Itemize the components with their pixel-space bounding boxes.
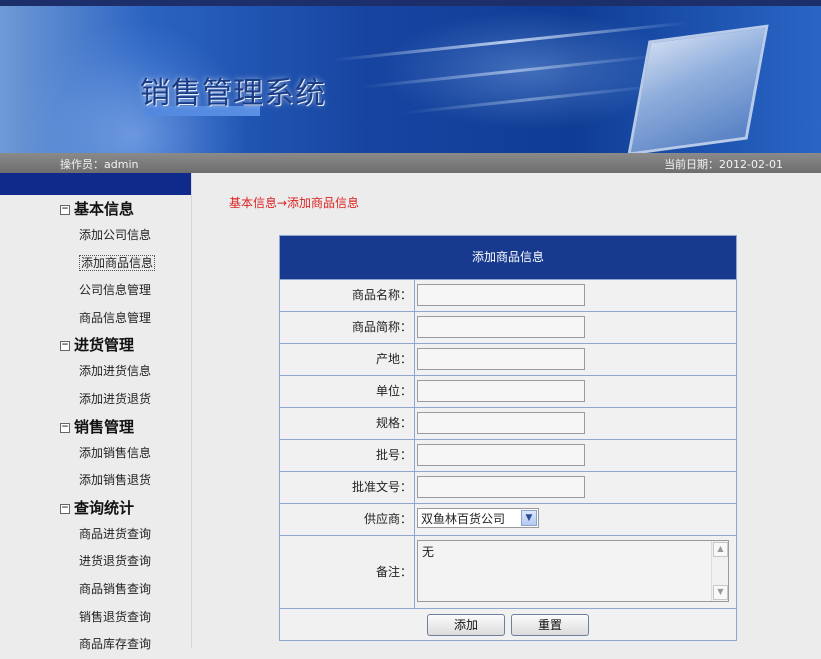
remark-text: 无 xyxy=(422,545,435,559)
nav-item[interactable]: 添加销售退货 xyxy=(0,467,191,495)
field-label: 规格： xyxy=(280,408,415,439)
info-bar: 操作员：admin 当前日期：2012-02-01 xyxy=(0,153,821,173)
remark-textarea[interactable]: 无 ▲ ▼ xyxy=(417,540,729,602)
form-row-product-short-name: 商品简称： xyxy=(280,311,736,343)
nav-item-label[interactable]: 进货退货查询 xyxy=(79,554,151,568)
field-label: 供应商： xyxy=(280,504,415,535)
form-title: 添加商品信息 xyxy=(280,236,736,279)
sidebar-nav: − 基本信息 添加公司信息 添加商品信息 公司信息管理 商品信息管理 − 进货管… xyxy=(0,173,192,651)
banner-top-line xyxy=(0,0,821,6)
system-title: 销售管理系统 xyxy=(140,76,326,111)
nav-item[interactable]: 添加销售信息 xyxy=(0,440,191,468)
unit-input[interactable] xyxy=(417,380,585,402)
form-row-supplier: 供应商： 双鱼林百货公司 ▼ xyxy=(280,503,736,535)
nav-item-label[interactable]: 添加销售退货 xyxy=(79,473,151,487)
nav-group-label: 销售管理 xyxy=(74,417,135,436)
form-row-approval: 批准文号： xyxy=(280,471,736,503)
collapse-toggle-icon[interactable]: − xyxy=(60,341,70,352)
field-label: 单位： xyxy=(280,376,415,407)
nav-group-title[interactable]: − 查询统计 xyxy=(0,495,191,521)
monitor-graphic xyxy=(627,24,769,153)
nav-group-sales: − 销售管理 添加销售信息 添加销售退货 xyxy=(0,414,191,495)
nav-group-label: 查询统计 xyxy=(74,498,135,517)
form-row-product-name: 商品名称： xyxy=(280,279,736,311)
nav-item[interactable]: 商品库存查询 xyxy=(0,631,191,659)
nav-group-purchase: − 进货管理 添加进货信息 添加进货退货 xyxy=(0,332,191,413)
scroll-up-icon[interactable]: ▲ xyxy=(713,542,728,557)
nav-item-label[interactable]: 添加进货退货 xyxy=(79,392,151,406)
form-row-remark: 备注： 无 ▲ ▼ xyxy=(280,535,736,608)
product-short-name-input[interactable] xyxy=(417,316,585,338)
scroll-down-icon[interactable]: ▼ xyxy=(713,585,728,600)
nav-group-title[interactable]: − 销售管理 xyxy=(0,414,191,440)
form-row-origin: 产地： xyxy=(280,343,736,375)
breadcrumb: 基本信息→添加商品信息 xyxy=(229,196,360,210)
field-label: 批准文号： xyxy=(280,472,415,503)
nav-item-label[interactable]: 商品销售查询 xyxy=(79,582,151,596)
nav-item-label[interactable]: 添加销售信息 xyxy=(79,446,151,460)
nav-item[interactable]: 添加公司信息 xyxy=(0,222,191,250)
nav-group-label: 进货管理 xyxy=(74,336,135,355)
product-name-input[interactable] xyxy=(417,284,585,306)
form-row-batch: 批号： xyxy=(280,439,736,471)
batch-number-input[interactable] xyxy=(417,444,585,466)
nav-item-label[interactable]: 添加商品信息 xyxy=(79,254,156,271)
nav-item[interactable]: 商品信息管理 xyxy=(0,305,191,333)
collapse-toggle-icon[interactable]: − xyxy=(60,503,70,514)
nav-group-query: − 查询统计 商品进货查询 进货退货查询 商品销售查询 销售退货查询 商品库存查… xyxy=(0,495,191,659)
form-button-row: 添加 重置 xyxy=(280,608,736,640)
nav-item[interactable]: 进货退货查询 xyxy=(0,548,191,576)
collapse-toggle-icon[interactable]: − xyxy=(60,422,70,433)
textarea-scrollbar[interactable]: ▲ ▼ xyxy=(711,541,728,601)
field-label: 产地： xyxy=(280,344,415,375)
sidebar-header-bar xyxy=(0,173,191,195)
nav-group-title[interactable]: − 基本信息 xyxy=(0,196,191,222)
supplier-select[interactable]: 双鱼林百货公司 ▼ xyxy=(417,508,539,528)
nav-item-label[interactable]: 商品进货查询 xyxy=(79,527,151,541)
field-label: 商品名称： xyxy=(280,280,415,311)
nav-group-title[interactable]: − 进货管理 xyxy=(0,332,191,358)
header-banner: 销售管理系统 xyxy=(0,0,821,153)
nav-item-label[interactable]: 商品信息管理 xyxy=(79,311,151,325)
nav-item-label[interactable]: 添加进货信息 xyxy=(79,364,151,378)
spec-input[interactable] xyxy=(417,412,585,434)
chevron-down-icon[interactable]: ▼ xyxy=(521,510,537,526)
nav-group-basic-info: − 基本信息 添加公司信息 添加商品信息 公司信息管理 商品信息管理 xyxy=(0,196,191,332)
nav-item[interactable]: 商品进货查询 xyxy=(0,521,191,549)
form-row-unit: 单位： xyxy=(280,375,736,407)
origin-input[interactable] xyxy=(417,348,585,370)
field-label: 备注： xyxy=(280,536,415,608)
field-label: 商品简称： xyxy=(280,312,415,343)
nav-item-label[interactable]: 添加公司信息 xyxy=(79,228,151,242)
nav-item[interactable]: 添加进货信息 xyxy=(0,358,191,386)
nav-item[interactable]: 公司信息管理 xyxy=(0,277,191,305)
approval-number-input[interactable] xyxy=(417,476,585,498)
current-date: 当前日期：2012-02-01 xyxy=(664,158,783,171)
nav-item-label[interactable]: 公司信息管理 xyxy=(79,283,151,297)
collapse-toggle-icon[interactable]: − xyxy=(60,205,70,215)
add-product-form: 添加商品信息 商品名称： 商品简称： 产地： 单位： 规格： 批号： 批准文号：… xyxy=(279,235,737,641)
field-label: 批号： xyxy=(280,440,415,471)
nav-item-label[interactable]: 销售退货查询 xyxy=(79,610,151,624)
nav-item[interactable]: 销售退货查询 xyxy=(0,604,191,632)
reset-button[interactable]: 重置 xyxy=(511,613,589,636)
operator-label: 操作员：admin xyxy=(60,158,139,171)
add-button[interactable]: 添加 xyxy=(427,613,505,636)
nav-item-active[interactable]: 添加商品信息 xyxy=(0,250,191,278)
nav-group-label: 基本信息 xyxy=(74,200,135,218)
form-row-spec: 规格： xyxy=(280,407,736,439)
nav-item[interactable]: 商品销售查询 xyxy=(0,576,191,604)
nav-item-label[interactable]: 商品库存查询 xyxy=(79,637,151,651)
nav-item[interactable]: 添加进货退货 xyxy=(0,386,191,414)
supplier-selected-value: 双鱼林百货公司 xyxy=(421,512,506,526)
